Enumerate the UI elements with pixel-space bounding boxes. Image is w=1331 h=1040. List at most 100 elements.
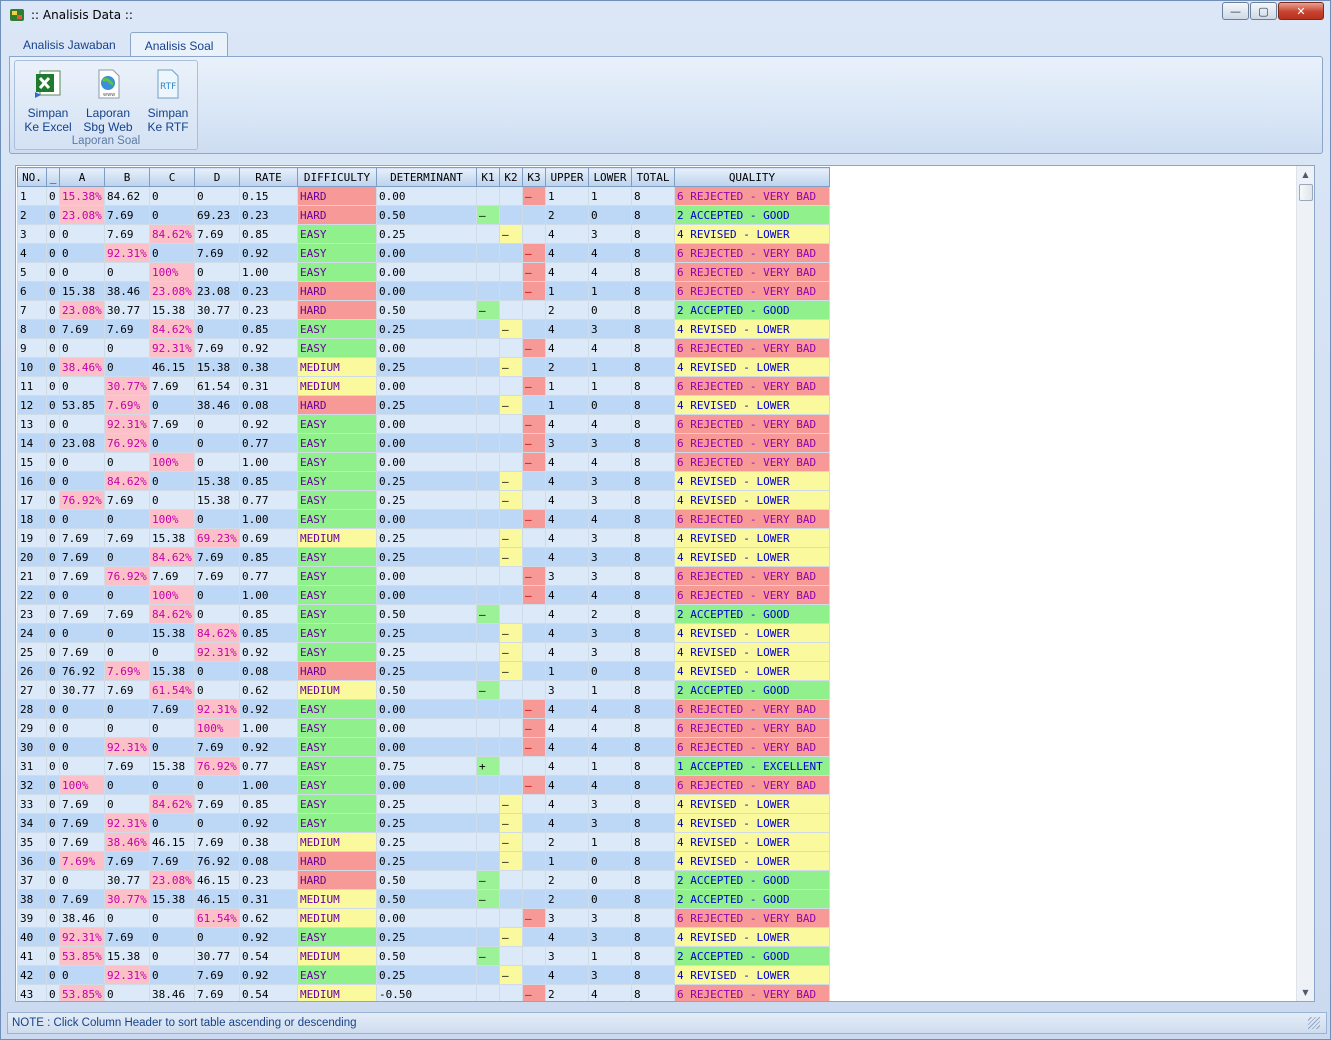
cell-blank[interactable]: 0 [46, 376, 60, 396]
cell-total[interactable]: 8 [631, 471, 675, 491]
cell-k2[interactable]: – [499, 357, 523, 377]
cell-k1[interactable] [476, 281, 500, 301]
cell-a[interactable]: 38.46 [59, 908, 105, 928]
cell-d[interactable]: 69.23% [194, 528, 240, 548]
cell-a[interactable]: 0 [59, 718, 105, 738]
cell-d[interactable]: 7.69 [194, 243, 240, 263]
cell-k3[interactable]: – [522, 509, 546, 529]
cell-k1[interactable]: – [476, 300, 500, 320]
cell-d[interactable]: 92.31% [194, 642, 240, 662]
cell-k1[interactable]: – [476, 680, 500, 700]
table-row[interactable]: 40 0 92.31% 7.69 0 0 0.92 EASY 0.25–4 3 8 4 REVISED… [17, 927, 830, 947]
cell-a[interactable]: 7.69 [59, 642, 105, 662]
cell-total[interactable]: 8 [631, 813, 675, 833]
cell-k3[interactable] [522, 965, 546, 985]
save-to-excel-button[interactable]: Simpan Ke Excel [19, 64, 77, 134]
cell-determinant[interactable]: 0.25 [376, 528, 477, 548]
cell-blank[interactable]: 0 [46, 452, 60, 472]
cell-k2[interactable] [499, 984, 523, 1001]
cell-upper[interactable]: 2 [545, 984, 589, 1001]
cell-blank[interactable]: 0 [46, 262, 60, 282]
cell-d[interactable]: 0 [194, 661, 240, 681]
cell-determinant[interactable]: 0.25 [376, 794, 477, 814]
cell-blank[interactable]: 0 [46, 509, 60, 529]
cell-blank[interactable]: 0 [46, 300, 60, 320]
cell-upper[interactable]: 1 [545, 661, 589, 681]
table-row[interactable]: 20 0 7.69 0 84.62% 7.69 0.85 EASY 0.25–4 3 8 4 REVI… [17, 547, 830, 567]
cell-lower[interactable]: 0 [588, 870, 632, 890]
cell-total[interactable]: 8 [631, 832, 675, 852]
cell-k3[interactable]: – [522, 433, 546, 453]
cell-total[interactable]: 8 [631, 414, 675, 434]
cell-k3[interactable]: – [522, 908, 546, 928]
cell-k3[interactable] [522, 927, 546, 947]
cell-lower[interactable]: 3 [588, 433, 632, 453]
cell-c[interactable]: 0 [149, 737, 195, 757]
cell-total[interactable]: 8 [631, 756, 675, 776]
cell-rate[interactable]: 0.62 [239, 680, 298, 700]
cell-difficulty[interactable]: HARD [297, 851, 377, 871]
cell-k3[interactable] [522, 870, 546, 890]
cell-rate[interactable]: 0.08 [239, 661, 298, 681]
cell-total[interactable]: 8 [631, 376, 675, 396]
cell-difficulty[interactable]: EASY [297, 585, 377, 605]
cell-upper[interactable]: 4 [545, 642, 589, 662]
cell-b[interactable]: 30.77% [104, 376, 150, 396]
cell-rate[interactable]: 1.00 [239, 262, 298, 282]
cell-k3[interactable] [522, 680, 546, 700]
cell-lower[interactable]: 4 [588, 414, 632, 434]
cell-determinant[interactable]: 0.00 [376, 186, 477, 206]
cell-upper[interactable]: 3 [545, 566, 589, 586]
cell-determinant[interactable]: 0.25 [376, 927, 477, 947]
cell-determinant[interactable]: 0.50 [376, 946, 477, 966]
cell-determinant[interactable]: 0.25 [376, 357, 477, 377]
cell-k2[interactable]: – [499, 851, 523, 871]
cell-quality[interactable]: 6 REJECTED - VERY BAD [674, 718, 830, 738]
cell-k3[interactable]: – [522, 376, 546, 396]
cell-difficulty[interactable]: EASY [297, 414, 377, 434]
cell-c[interactable]: 61.54% [149, 680, 195, 700]
cell-rate[interactable]: 0.85 [239, 794, 298, 814]
cell-b[interactable]: 30.77 [104, 300, 150, 320]
cell-determinant[interactable]: 0.25 [376, 851, 477, 871]
cell-lower[interactable]: 1 [588, 756, 632, 776]
cell-b[interactable]: 7.69 [104, 851, 150, 871]
cell-upper[interactable]: 4 [545, 718, 589, 738]
cell-difficulty[interactable]: EASY [297, 775, 377, 795]
cell-lower[interactable]: 3 [588, 965, 632, 985]
cell-c[interactable]: 0 [149, 813, 195, 833]
cell-k1[interactable] [476, 319, 500, 339]
cell-k1[interactable]: – [476, 205, 500, 225]
cell-b[interactable]: 7.69 [104, 490, 150, 510]
cell-upper[interactable]: 2 [545, 357, 589, 377]
cell-c[interactable]: 23.08% [149, 870, 195, 890]
cell-total[interactable]: 8 [631, 509, 675, 529]
cell-difficulty[interactable]: MEDIUM [297, 908, 377, 928]
cell-k3[interactable] [522, 794, 546, 814]
table-row[interactable]: 23 0 7.69 7.69 84.62% 0 0.85 EASY 0.50–4 2 8 2 ACCE… [17, 604, 830, 624]
cell-k3[interactable]: – [522, 984, 546, 1001]
cell-b[interactable]: 38.46 [104, 281, 150, 301]
cell-k1[interactable] [476, 927, 500, 947]
cell-c[interactable]: 15.38 [149, 661, 195, 681]
cell-total[interactable]: 8 [631, 338, 675, 358]
cell-determinant[interactable]: 0.00 [376, 908, 477, 928]
cell-k2[interactable]: – [499, 832, 523, 852]
cell-upper[interactable]: 4 [545, 547, 589, 567]
cell-determinant[interactable]: 0.25 [376, 642, 477, 662]
cell-lower[interactable]: 3 [588, 490, 632, 510]
table-row[interactable]: 8 0 7.69 7.69 84.62% 0 0.85 EASY 0.25–4 3 8 4 REVIS… [17, 319, 830, 339]
cell-c[interactable]: 7.69 [149, 566, 195, 586]
cell-c[interactable]: 46.15 [149, 357, 195, 377]
col-header-upper[interactable]: UPPER [545, 167, 589, 187]
cell-d[interactable]: 0 [194, 414, 240, 434]
cell-c[interactable]: 7.69 [149, 414, 195, 434]
cell-d[interactable]: 23.08 [194, 281, 240, 301]
cell-k1[interactable] [476, 433, 500, 453]
cell-c[interactable]: 15.38 [149, 623, 195, 643]
cell-total[interactable]: 8 [631, 243, 675, 263]
cell-difficulty[interactable]: EASY [297, 756, 377, 776]
cell-d[interactable]: 0 [194, 509, 240, 529]
cell-blank[interactable]: 0 [46, 965, 60, 985]
cell-rate[interactable]: 0.92 [239, 737, 298, 757]
